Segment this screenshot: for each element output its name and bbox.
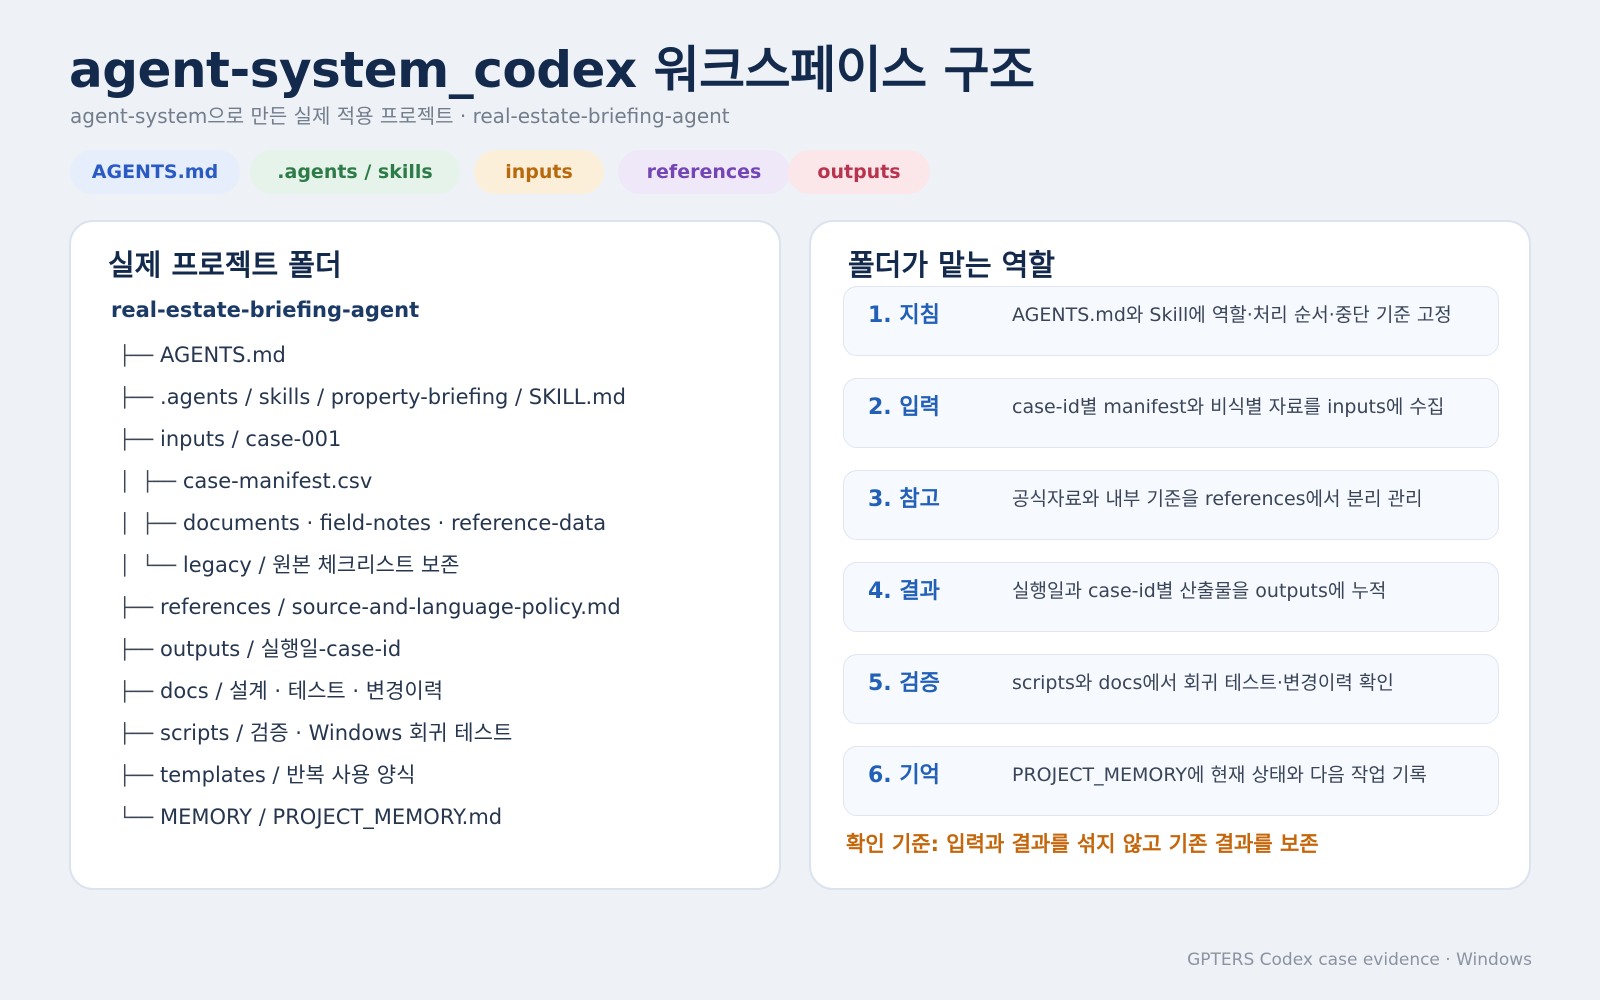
role-number: 1. 지침: [868, 303, 940, 328]
tree-item: ├── scripts / 검증 · Windows 회귀 테스트: [119, 718, 626, 760]
footer-credit: GPTERS Codex case evidence · Windows: [1187, 950, 1532, 970]
role-number: 3. 참고: [868, 487, 940, 512]
role-card: 1. 지침 AGENTS.md와 Skill에 역할·처리 순서·중단 기준 고…: [843, 286, 1499, 356]
tree-label: .agents / skills / property-briefing / S…: [160, 385, 626, 409]
tree-branch: ├──: [119, 387, 154, 409]
role-card: 5. 검증 scripts와 docs에서 회귀 테스트·변경이력 확인: [843, 654, 1499, 724]
tree-item: ├── .agents / skills / property-briefing…: [119, 382, 626, 424]
pill-references: references: [618, 150, 790, 194]
folder-tree: ├── AGENTS.md ├── .agents / skills / pro…: [119, 340, 626, 844]
tree-label: docs / 설계 · 테스트 · 변경이력: [160, 679, 444, 703]
role-description: 공식자료와 내부 기준을 references에서 분리 관리: [1012, 488, 1423, 510]
pill-agents-skills: .agents / skills: [250, 150, 460, 194]
tree-item: ├── inputs / case-001: [119, 424, 626, 466]
role-number: 2. 입력: [868, 395, 940, 420]
role-card: 6. 기억 PROJECT_MEMORY에 현재 상태와 다음 작업 기록: [843, 746, 1499, 816]
pill-outputs: outputs: [788, 150, 930, 194]
tree-item: ├── outputs / 실행일-case-id: [119, 634, 626, 676]
tree-branch: │ ├──: [119, 513, 177, 535]
tree-label: MEMORY / PROJECT_MEMORY.md: [160, 805, 503, 829]
tree-item: ├── templates / 반복 사용 양식: [119, 760, 626, 802]
role-description: PROJECT_MEMORY에 현재 상태와 다음 작업 기록: [1012, 764, 1427, 786]
tree-label: legacy / 원본 체크리스트 보존: [182, 553, 460, 577]
tree-branch: ├──: [119, 597, 154, 619]
tree-branch: │ └──: [119, 555, 177, 577]
page-subtitle: agent-system으로 만든 실제 적용 프로젝트 · real-esta…: [70, 104, 730, 128]
role-description: 실행일과 case-id별 산출물을 outputs에 누적: [1012, 580, 1387, 602]
tree-item: └── MEMORY / PROJECT_MEMORY.md: [119, 802, 626, 844]
tree-label: inputs / case-001: [160, 427, 342, 451]
tree-branch: │ ├──: [119, 471, 177, 493]
role-description: scripts와 docs에서 회귀 테스트·변경이력 확인: [1012, 672, 1394, 694]
role-card: 3. 참고 공식자료와 내부 기준을 references에서 분리 관리: [843, 470, 1499, 540]
pill-agents-md: AGENTS.md: [70, 150, 240, 194]
tree-item: │ ├── documents · field-notes · referenc…: [119, 508, 626, 550]
project-folder-panel: 실제 프로젝트 폴더 real-estate-briefing-agent ├─…: [69, 220, 781, 890]
tree-branch: ├──: [119, 639, 154, 661]
role-list: 1. 지침 AGENTS.md와 Skill에 역할·처리 순서·중단 기준 고…: [843, 286, 1499, 838]
tree-label: AGENTS.md: [160, 343, 286, 367]
role-card: 4. 결과 실행일과 case-id별 산출물을 outputs에 누적: [843, 562, 1499, 632]
tree-label: outputs / 실행일-case-id: [160, 637, 402, 661]
page-title: agent-system_codex 워크스페이스 구조: [69, 41, 1035, 99]
folder-roles-panel: 폴더가 맡는 역할 1. 지침 AGENTS.md와 Skill에 역할·처리 …: [809, 220, 1531, 890]
role-number: 5. 검증: [868, 671, 940, 696]
tree-item: │ └── legacy / 원본 체크리스트 보존: [119, 550, 626, 592]
project-folder-title: 실제 프로젝트 폴더: [108, 248, 342, 282]
tree-label: scripts / 검증 · Windows 회귀 테스트: [160, 721, 513, 745]
tree-label: references / source-and-language-policy.…: [160, 595, 621, 619]
role-description: AGENTS.md와 Skill에 역할·처리 순서·중단 기준 고정: [1012, 304, 1452, 326]
tree-label: case-manifest.csv: [182, 469, 373, 493]
role-number: 4. 결과: [868, 579, 940, 604]
tree-label: documents · field-notes · reference-data: [182, 511, 607, 535]
pill-inputs: inputs: [474, 150, 604, 194]
tree-branch: ├──: [119, 681, 154, 703]
folder-roles-title: 폴더가 맡는 역할: [848, 248, 1055, 282]
tree-branch: ├──: [119, 345, 154, 367]
page: agent-system_codex 워크스페이스 구조 agent-syste…: [0, 0, 1600, 1000]
tree-root: real-estate-briefing-agent: [111, 298, 420, 322]
tree-item: ├── references / source-and-language-pol…: [119, 592, 626, 634]
tree-item: │ ├── case-manifest.csv: [119, 466, 626, 508]
role-number: 6. 기억: [868, 763, 940, 788]
verification-criterion: 확인 기준: 입력과 결과를 섞지 않고 기존 결과를 보존: [846, 832, 1319, 856]
tree-branch: └──: [119, 807, 154, 829]
tree-branch: ├──: [119, 429, 154, 451]
role-card: 2. 입력 case-id별 manifest와 비식별 자료를 inputs에…: [843, 378, 1499, 448]
tree-branch: ├──: [119, 723, 154, 745]
tree-item: ├── docs / 설계 · 테스트 · 변경이력: [119, 676, 626, 718]
tree-item: ├── AGENTS.md: [119, 340, 626, 382]
role-description: case-id별 manifest와 비식별 자료를 inputs에 수집: [1012, 396, 1445, 418]
tree-label: templates / 반복 사용 양식: [160, 763, 416, 787]
tree-branch: ├──: [119, 765, 154, 787]
